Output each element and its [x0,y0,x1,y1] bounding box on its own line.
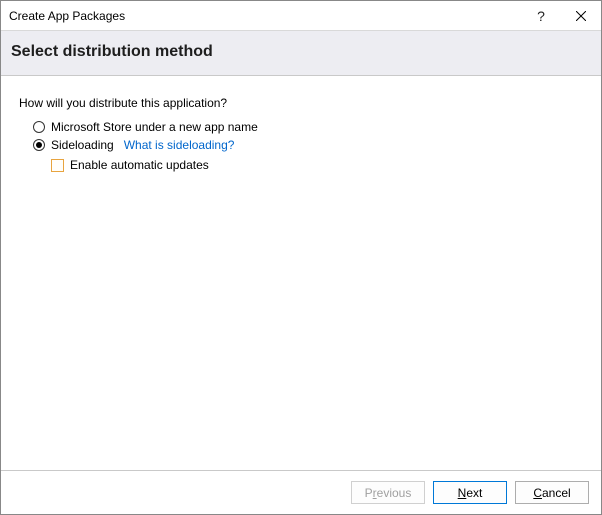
btn-text: P [365,486,373,500]
previous-button: Previous [351,481,425,504]
enable-automatic-updates[interactable]: Enable automatic updates [51,158,583,172]
btn-text: evious [377,486,412,500]
page-title: Select distribution method [11,43,591,61]
option-microsoft-store[interactable]: Microsoft Store under a new app name [33,120,583,134]
checkbox-icon [51,159,64,172]
wizard-header: Select distribution method [1,31,601,76]
help-button[interactable]: ? [521,1,561,31]
option-label: Microsoft Store under a new app name [51,120,258,134]
titlebar: Create App Packages ? [1,1,601,31]
wizard-footer: Previous Next Cancel [1,470,601,514]
window-title: Create App Packages [9,9,521,23]
checkbox-label: Enable automatic updates [70,158,209,172]
cancel-button[interactable]: Cancel [515,481,589,504]
close-button[interactable] [561,1,601,31]
btn-mnemonic: N [458,486,467,500]
radio-icon [33,121,45,133]
option-sideloading[interactable]: Sideloading What is sideloading? [33,138,583,152]
btn-mnemonic: C [533,486,542,500]
question-label: How will you distribute this application… [19,96,583,110]
btn-text: ext [466,486,482,500]
option-label: Sideloading [51,138,114,152]
wizard-content: How will you distribute this application… [1,76,601,470]
radio-icon-selected [33,139,45,151]
next-button[interactable]: Next [433,481,507,504]
btn-text: ancel [542,486,571,500]
close-icon [576,11,586,21]
sideloading-help-link[interactable]: What is sideloading? [124,138,235,152]
